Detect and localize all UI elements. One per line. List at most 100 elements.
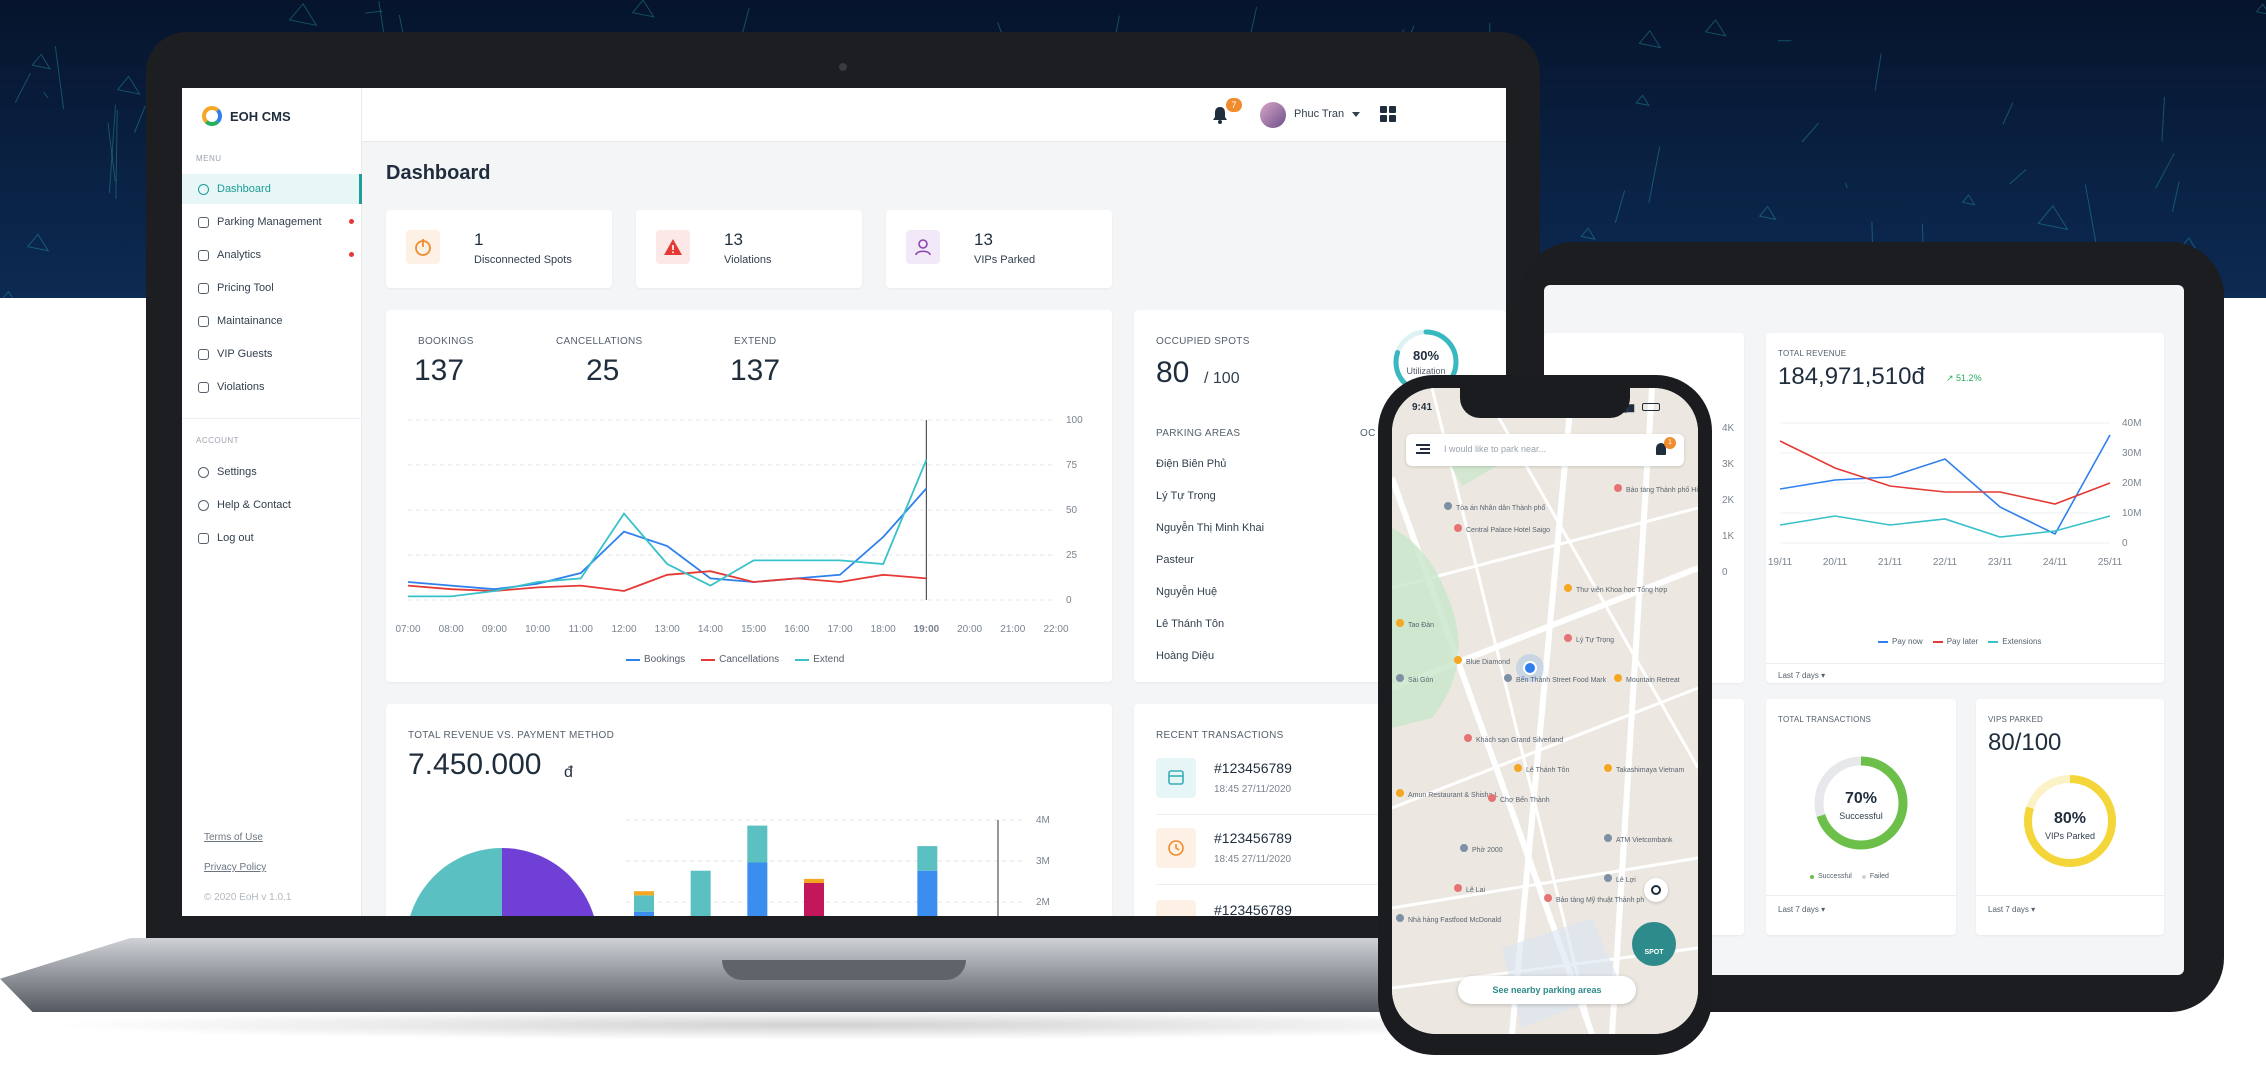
transaction-id[interactable]: #123456789 — [1214, 902, 1292, 916]
page-title: Dashboard — [386, 162, 491, 184]
stat-label: VIPs Parked — [974, 254, 1036, 266]
circuit-line — [1845, 182, 1848, 188]
y-tick-label: 2K — [1722, 495, 1735, 506]
topbar: 7 Phuc Tran — [362, 88, 1506, 142]
sidebar-item-analytics[interactable]: Analytics — [182, 240, 362, 270]
gear-icon — [198, 466, 209, 478]
map-place-label: Bảo tàng Mỹ thuật Thành ph — [1556, 897, 1644, 904]
map-place-label: Nhà hàng Fastfood McDonald — [1408, 917, 1501, 924]
transaction-id[interactable]: #123456789 — [1214, 760, 1292, 776]
legend-successful[interactable]: Successful — [1810, 873, 1852, 880]
list-item[interactable]: Nguyễn Thị Minh Khai — [1156, 522, 1264, 534]
list-item[interactable]: Nguyễn Huệ — [1156, 586, 1217, 598]
map-place-label: Lê Thánh Tôn — [1526, 767, 1569, 774]
legend-extensions[interactable]: Extensions — [1988, 637, 2041, 646]
brand[interactable]: EOH CMS — [202, 106, 291, 126]
marketing-hero: EOH CMS MENU Dashboard Parking Managemen… — [0, 0, 2266, 1074]
sidebar-item-help-contact[interactable]: Help & Contact — [182, 490, 362, 520]
search-input[interactable]: I would like to park near... — [1444, 444, 1546, 454]
list-item[interactable]: Pasteur — [1156, 554, 1194, 566]
revenue-label: TOTAL REVENUE VS. PAYMENT METHOD — [408, 730, 615, 741]
map-pin-icon — [1604, 834, 1612, 842]
stat-card-vips[interactable]: 13 VIPs Parked — [886, 210, 1112, 288]
search-bar[interactable]: I would like to park near... 1 — [1406, 434, 1684, 466]
sidebar-item-violations[interactable]: Violations — [182, 372, 362, 402]
legend-failed[interactable]: Failed — [1861, 873, 1889, 880]
menu-icon-mid — [1420, 448, 1430, 450]
list-item[interactable]: Hoàng Diệu — [1156, 650, 1214, 662]
map-pin-icon — [1396, 674, 1404, 682]
range-select[interactable]: Last 7 days ▾ — [1778, 671, 1825, 680]
sidebar-divider — [182, 418, 362, 419]
vips-donut[interactable]: 80% VIPs Parked — [1976, 765, 2164, 885]
transaction-id[interactable]: #123456789 — [1214, 830, 1292, 846]
legend-pay-now[interactable]: Pay now — [1878, 637, 1923, 646]
sidebar-item-log-out[interactable]: Log out — [182, 523, 362, 553]
map-place-label: Blue Diamond — [1466, 659, 1510, 666]
circuit-triangle — [1961, 194, 1976, 206]
circuit-triangle — [1704, 19, 1727, 37]
y-tick-label: 4K — [1722, 423, 1735, 434]
nearby-parking-button[interactable]: See nearby parking areas — [1458, 976, 1636, 1004]
legend-bookings[interactable]: Bookings — [626, 654, 685, 665]
sidebar-item-parking-management[interactable]: Parking Management — [182, 207, 362, 237]
wrench-icon — [198, 315, 209, 327]
stat-card-disconnected[interactable]: 1 Disconnected Spots — [386, 210, 612, 288]
bar-segment — [634, 891, 654, 896]
map-place-label: Lê Lai — [1466, 887, 1486, 894]
sidebar-item-settings[interactable]: Settings — [182, 457, 362, 487]
stat-card-violations[interactable]: 13 Violations — [636, 210, 862, 288]
kpi-label-extend: EXTEND — [734, 336, 777, 347]
avatar[interactable] — [1260, 102, 1286, 128]
bookings-line-chart[interactable]: 0 25 50 75 100 07:00 08:00 09:00 10:00 11:00 12:00… — [386, 410, 1112, 650]
spot-fab-button[interactable]: SPOT — [1632, 922, 1676, 966]
series-line — [1779, 440, 2111, 505]
transactions-donut[interactable]: 70% Successful — [1766, 739, 1956, 879]
x-tick-label: 18:00 — [871, 624, 896, 635]
y-tick-label: 50 — [1066, 505, 1078, 516]
tablet-revenue-line-chart[interactable]: 0 10M 20M 30M 40M 19/11 20/11 21/11 22/11 23/11 24… — [1766, 413, 2164, 633]
circuit-line — [54, 45, 65, 109]
list-item[interactable]: Điện Biên Phủ — [1156, 458, 1226, 470]
chevron-down-icon[interactable] — [1352, 112, 1360, 117]
phone-notch — [1460, 388, 1630, 418]
privacy-link[interactable]: Privacy Policy — [204, 862, 266, 873]
x-tick-label: 22:00 — [1043, 624, 1068, 635]
map-place-label: Bảo tàng Thành phố Hồ Chí — [1626, 485, 1698, 494]
revenue-bar-chart[interactable]: 4M 3M 2M — [586, 804, 1086, 916]
legend-cancellations[interactable]: Cancellations — [701, 654, 779, 665]
map-pin-icon — [1614, 484, 1622, 492]
range-select[interactable]: Last 7 days ▾ — [1778, 905, 1825, 914]
circuit-triangle — [2, 290, 14, 298]
sidebar-item-label: Analytics — [217, 249, 262, 261]
bell-icon[interactable] — [1212, 106, 1228, 124]
map-pin-icon — [1604, 764, 1612, 772]
y-tick-label: 3M — [1036, 856, 1050, 867]
x-tick-label: 13:00 — [655, 624, 680, 635]
list-item[interactable]: Lý Tự Trọng — [1156, 490, 1216, 502]
circuit-triangle — [1638, 29, 1662, 49]
map-pin-icon — [1604, 874, 1612, 882]
occupied-label: OCCUPIED SPOTS — [1156, 336, 1250, 347]
sidebar-item-maintainance[interactable]: Maintainance — [182, 306, 362, 336]
range-select[interactable]: Last 7 days ▾ — [1988, 905, 2035, 914]
legend-extend[interactable]: Extend — [795, 654, 844, 665]
legend-pay-later[interactable]: Pay later — [1932, 637, 1978, 646]
terms-link[interactable]: Terms of Use — [204, 832, 263, 843]
payment-pie-chart[interactable] — [396, 804, 606, 916]
sidebar-item-dashboard[interactable]: Dashboard — [182, 174, 362, 204]
kpi-label-bookings: BOOKINGS — [418, 336, 474, 347]
user-icon — [906, 230, 940, 264]
sidebar-item-vip-guests[interactable]: VIP Guests — [182, 339, 362, 369]
dashboard-icon — [198, 183, 209, 195]
tablet-revenue-value: 184,971,510đ — [1778, 363, 1925, 390]
user-name[interactable]: Phuc Tran — [1294, 108, 1344, 120]
locate-me-icon[interactable] — [1644, 878, 1668, 902]
x-tick-label: 20/11 — [1823, 557, 1848, 568]
kpi-value-cancellations: 25 — [586, 354, 620, 387]
list-item[interactable]: Lê Thánh Tôn — [1156, 618, 1224, 630]
apps-grid-icon[interactable] — [1380, 106, 1396, 122]
sidebar-item-label: Parking Management — [217, 216, 322, 228]
tx-legend: Successful Failed — [1810, 873, 1889, 880]
sidebar-item-pricing-tool[interactable]: Pricing Tool — [182, 273, 362, 303]
